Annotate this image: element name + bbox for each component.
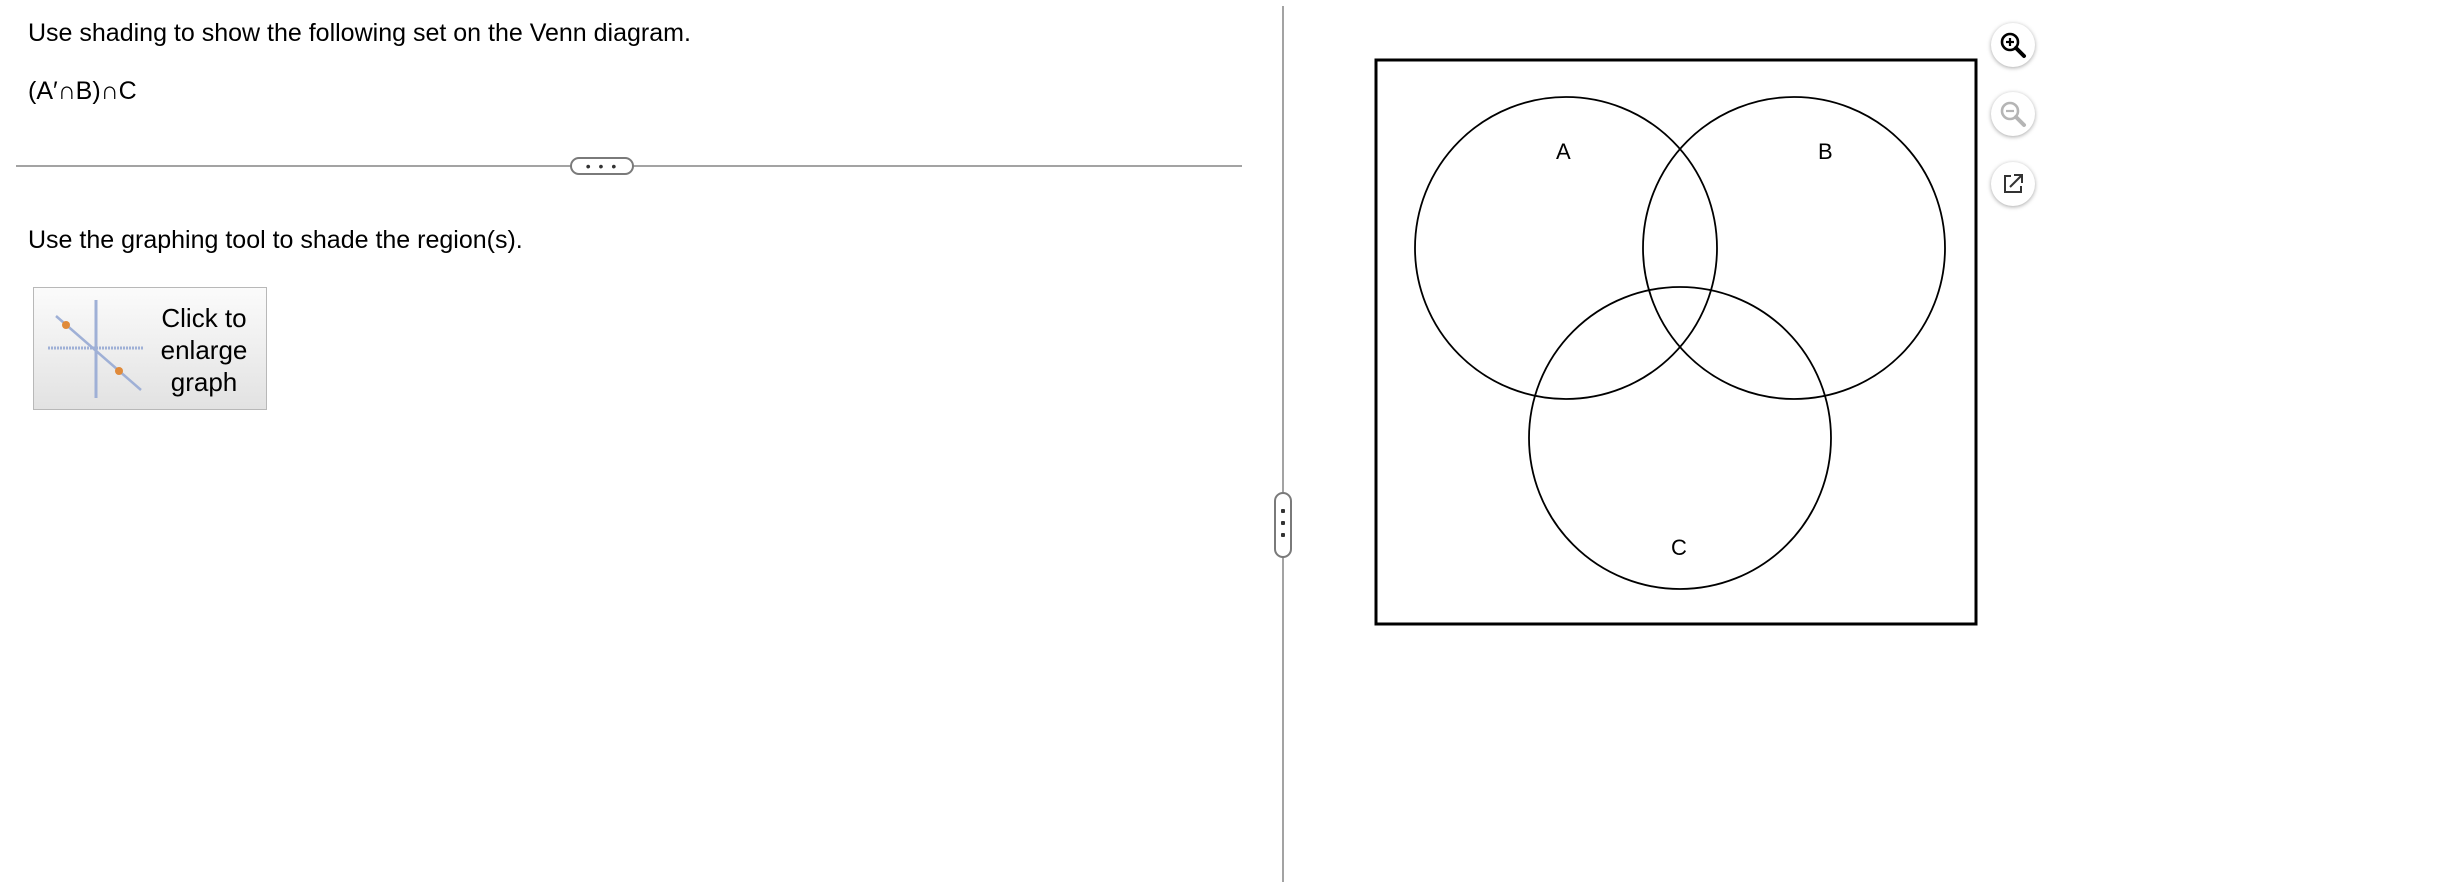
zoom-in-button[interactable] [1991, 23, 2035, 67]
zoom-out-icon [2000, 101, 2026, 127]
popout-icon [2004, 174, 2023, 193]
set-expression: (A′∩B)∩C [28, 77, 137, 105]
enlarge-graph-button[interactable]: Click to enlarge graph [33, 287, 267, 410]
vertical-divider [1282, 6, 1284, 882]
venn-diagram[interactable]: A B C [1374, 58, 1978, 626]
label-c: C [1671, 535, 1687, 560]
popout-button[interactable] [1991, 162, 2035, 206]
question-instruction: Use shading to show the following set on… [28, 19, 691, 47]
zoom-in-icon [2000, 32, 2026, 58]
venn-canvas[interactable]: A B C [1374, 58, 1978, 626]
enlarge-label-line3: graph [170, 367, 238, 397]
label-a: A [1556, 139, 1571, 164]
vertical-divider-handle[interactable] [1274, 492, 1292, 558]
enlarge-graph-label: Click to enlarge graph [144, 302, 264, 398]
horizontal-divider-handle[interactable]: • • • [570, 157, 634, 175]
question-pane: Use shading to show the following set on… [0, 0, 1282, 882]
venn-question-page: Use shading to show the following set on… [0, 0, 2444, 882]
graph-thumbnail-icon [48, 300, 144, 398]
label-b: B [1818, 139, 1833, 164]
enlarge-label-line1: Click to [161, 303, 247, 333]
zoom-out-button[interactable] [1991, 92, 2035, 136]
enlarge-label-line2: enlarge [160, 335, 248, 365]
more-dots-icon: • • • [585, 158, 619, 174]
graphing-tool-instruction: Use the graphing tool to shade the regio… [28, 226, 523, 254]
